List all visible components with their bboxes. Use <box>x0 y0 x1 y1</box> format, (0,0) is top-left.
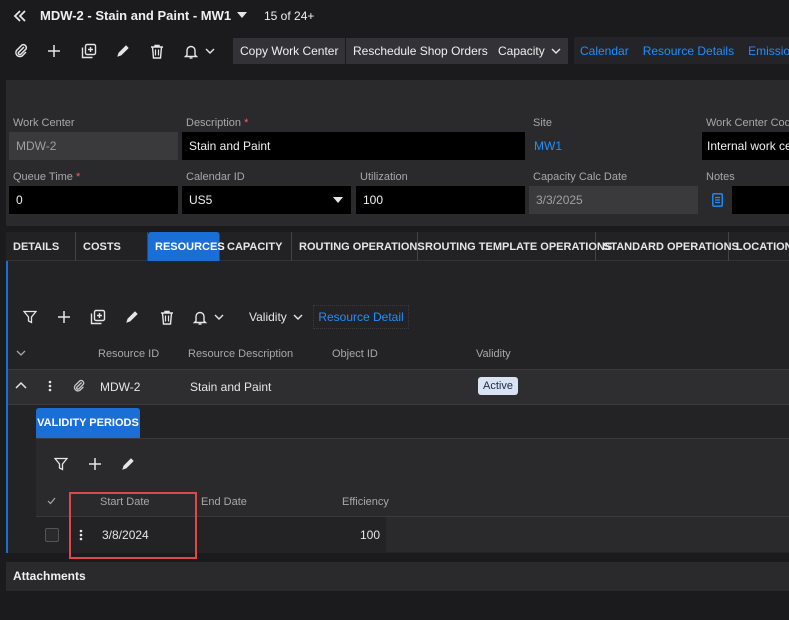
resource-description-cell: Stain and Paint <box>190 380 272 394</box>
resource-detail-label: Resource Detail <box>318 310 404 324</box>
utilization-field[interactable]: 100 <box>356 186 525 214</box>
notes-icon[interactable] <box>712 193 723 207</box>
utilization-label: Utilization <box>360 171 408 183</box>
validity-dropdown-label: Validity <box>249 310 287 324</box>
tab-routing-operations[interactable]: ROUTING OPERATIONS <box>292 232 425 261</box>
trash-icon[interactable] <box>157 307 177 327</box>
double-chevron-left-icon[interactable] <box>13 9 27 23</box>
column-resource-description[interactable]: Resource Description <box>188 348 293 360</box>
paperclip-icon[interactable] <box>11 41 31 61</box>
capacity-calc-date-label: Capacity Calc Date <box>533 171 628 183</box>
queue-time-label: Queue Time * <box>13 171 81 183</box>
duplicate-icon[interactable] <box>79 41 99 61</box>
column-end-date[interactable]: End Date <box>201 496 247 508</box>
tab-locations[interactable]: LOCATIONS <box>729 232 789 261</box>
duplicate-icon[interactable] <box>88 307 108 327</box>
validity-dropdown[interactable]: Validity <box>242 305 310 329</box>
emissions-link[interactable]: Emissions <box>748 44 789 58</box>
capacity-calc-date-field: 3/3/2025 <box>529 186 698 214</box>
notes-label: Notes <box>706 171 735 183</box>
bell-icon[interactable] <box>190 307 210 327</box>
tab-resources[interactable]: RESOURCES <box>148 232 225 261</box>
highlight-box <box>69 492 197 559</box>
chevron-down-icon <box>551 47 561 55</box>
reschedule-shop-orders-button[interactable]: Reschedule Shop Orders <box>346 38 495 64</box>
link-bar: Calendar Resource Details Emissions <box>574 37 789 64</box>
calendar-id-select[interactable]: US5 <box>182 186 351 214</box>
calendar-id-label: Calendar ID <box>186 171 245 183</box>
add-icon[interactable] <box>85 454 105 474</box>
resource-details-link[interactable]: Resource Details <box>643 44 734 58</box>
work-center-label: Work Center <box>13 117 75 129</box>
row-checkbox[interactable] <box>45 528 59 542</box>
tab-details[interactable]: DETAILS <box>6 232 76 261</box>
attachments-heading: Attachments <box>13 569 86 583</box>
efficiency-cell[interactable]: 100 <box>360 528 380 542</box>
column-efficiency[interactable]: Efficiency <box>342 496 389 508</box>
filter-icon[interactable] <box>51 454 71 474</box>
bell-icon[interactable] <box>181 41 201 61</box>
calendar-id-value: US5 <box>189 193 213 207</box>
status-badge: Active <box>478 377 518 395</box>
attachments-section[interactable] <box>6 562 789 591</box>
notes-field[interactable] <box>732 186 789 214</box>
column-resource-id[interactable]: Resource ID <box>98 348 159 360</box>
chevron-down-icon <box>293 313 303 321</box>
title-bar: MDW-2 - Stain and Paint - MW1 15 of 24+ <box>0 0 789 32</box>
chevron-down-icon[interactable] <box>16 349 26 357</box>
calendar-link[interactable]: Calendar <box>580 44 629 58</box>
add-icon[interactable] <box>44 41 64 61</box>
column-object-id[interactable]: Object ID <box>332 348 378 360</box>
work-center-code-field[interactable]: Internal work ce <box>702 132 789 160</box>
tab-capacity[interactable]: CAPACITY <box>220 232 292 261</box>
record-counter: 15 of 24+ <box>264 9 315 23</box>
description-label: Description * <box>186 117 249 129</box>
tab-bar: DETAILS COSTS RESOURCES CAPACITY ROUTING… <box>6 232 789 261</box>
filter-icon[interactable] <box>20 307 40 327</box>
pencil-icon[interactable] <box>113 41 133 61</box>
site-link[interactable]: MW1 <box>532 132 692 160</box>
tab-validity-periods[interactable]: VALIDITY PERIODS <box>36 408 140 438</box>
tab-costs[interactable]: COSTS <box>76 232 148 261</box>
kebab-menu-icon[interactable] <box>48 380 52 392</box>
capacity-dropdown[interactable]: Capacity <box>491 38 568 64</box>
tab-standard-operations[interactable]: STANDARD OPERATIONS <box>596 232 739 261</box>
form-header-bar <box>6 80 789 106</box>
resource-id-cell: MDW-2 <box>100 380 141 394</box>
work-center-code-label: Work Center Code <box>706 117 789 129</box>
tab-routing-template-operations[interactable]: ROUTING TEMPLATE OPERATIONS <box>418 232 612 261</box>
page-title: MDW-2 - Stain and Paint - MW1 <box>40 8 232 23</box>
capacity-label: Capacity <box>498 44 545 58</box>
pencil-icon[interactable] <box>122 307 142 327</box>
column-validity[interactable]: Validity <box>476 348 511 360</box>
copy-work-center-button[interactable]: Copy Work Center <box>233 38 346 64</box>
description-field[interactable]: Stain and Paint <box>182 132 525 160</box>
pencil-icon[interactable] <box>118 454 138 474</box>
chevron-up-icon[interactable] <box>15 381 27 389</box>
resource-detail-link[interactable]: Resource Detail <box>313 305 409 329</box>
caret-down-icon <box>333 197 343 203</box>
queue-time-field[interactable]: 0 <box>9 186 178 214</box>
site-label: Site <box>533 117 552 129</box>
trash-icon[interactable] <box>147 41 167 61</box>
add-icon[interactable] <box>54 307 74 327</box>
paperclip-icon[interactable] <box>72 379 86 393</box>
caret-down-icon[interactable] <box>236 10 248 20</box>
chevron-down-icon[interactable] <box>202 41 218 61</box>
chevron-down-icon[interactable] <box>211 307 227 327</box>
checkmark-icon[interactable] <box>47 497 56 505</box>
work-center-field: MDW-2 <box>9 132 178 160</box>
